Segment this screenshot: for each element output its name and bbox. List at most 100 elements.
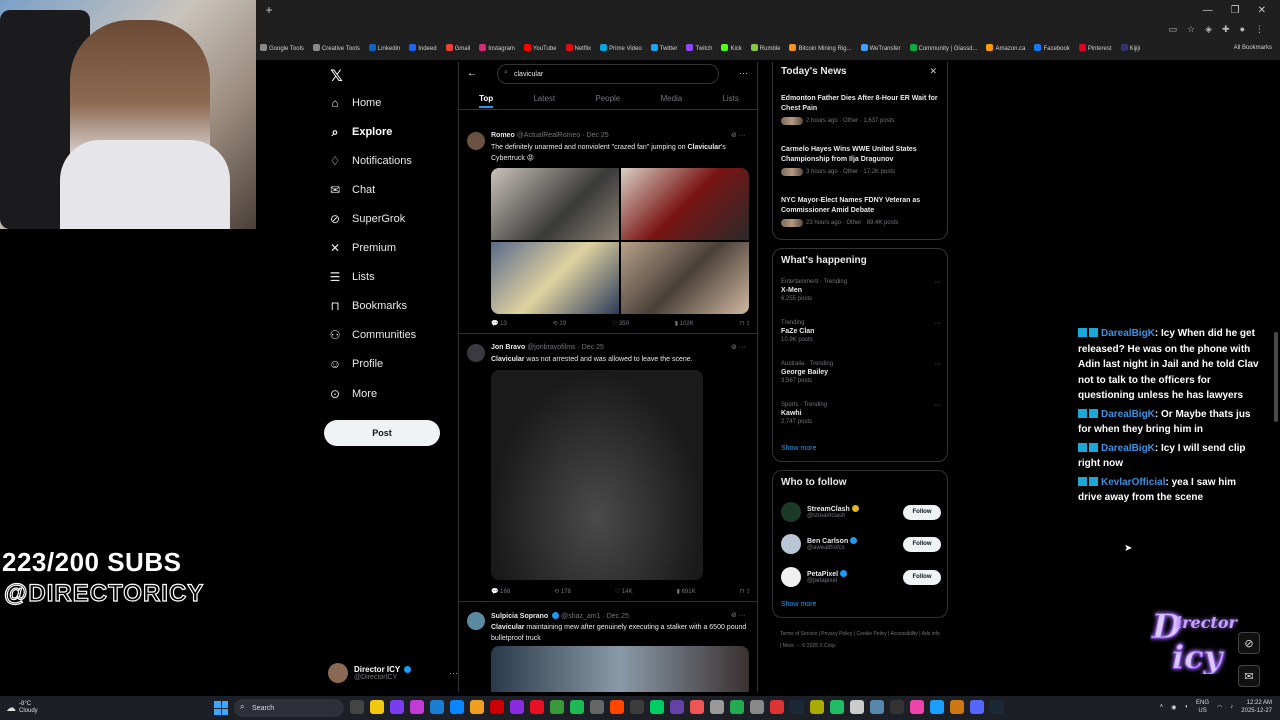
repost-button[interactable]: ⟲ 19 — [553, 320, 566, 327]
follow-button[interactable]: Follow — [903, 569, 941, 585]
bookmark-item[interactable]: Pinterest — [1078, 44, 1112, 52]
taskbar-app-icon[interactable] — [890, 700, 904, 714]
like-button[interactable]: ♡ 350 — [612, 320, 629, 327]
bookmark-item[interactable]: Twitch — [686, 44, 712, 52]
taskbar-app-icon[interactable] — [750, 700, 764, 714]
tweet[interactable]: Romeo @ActualRealRomeo · Dec 25 ⊘ ··· Th… — [459, 124, 757, 334]
nav-item-notifications[interactable]: ♢ Notifications — [328, 150, 412, 172]
chat-username[interactable]: DarealBigK — [1101, 443, 1155, 454]
tab-people[interactable]: People — [595, 94, 620, 108]
tab-top[interactable]: Top — [479, 94, 494, 108]
chat-username[interactable]: DarealBigK — [1101, 328, 1155, 339]
taskbar-app-icon[interactable] — [970, 700, 984, 714]
nav-item-lists[interactable]: ☰ Lists — [328, 266, 375, 288]
taskbar-app-icon[interactable] — [870, 700, 884, 714]
restore-icon[interactable]: ❐ — [1231, 5, 1240, 16]
taskbar-app-icon[interactable] — [550, 700, 564, 714]
taskbar-app-icon[interactable] — [930, 700, 944, 714]
close-icon[interactable]: ✕ — [929, 66, 937, 77]
avatar[interactable] — [781, 534, 801, 554]
follow-button[interactable]: Follow — [903, 536, 941, 552]
taskbar-app-icon[interactable] — [630, 700, 644, 714]
trend-item[interactable]: Australia · Trending George Bailey 3,567 p… — [781, 361, 941, 384]
chat-username[interactable]: KevlarOfficial — [1101, 477, 1165, 488]
like-button[interactable]: ♡ 14K — [615, 588, 633, 595]
bookmark-item[interactable]: Kick — [721, 44, 742, 52]
volume-icon[interactable]: ◖ — [1184, 704, 1188, 710]
clock[interactable]: 12:22 AM 2025-12-27 — [1241, 699, 1272, 715]
network-icon[interactable]: ◉ — [1171, 704, 1176, 711]
tweet-media[interactable] — [491, 646, 749, 692]
show-more-link[interactable]: Show more — [781, 601, 816, 608]
profile-icon[interactable]: ● — [1240, 24, 1245, 34]
avatar[interactable] — [467, 132, 485, 150]
taskbar-app-icon[interactable] — [910, 700, 924, 714]
repost-button[interactable]: ⟲ 178 — [554, 588, 571, 595]
more-icon[interactable]: ··· — [934, 402, 941, 409]
bookmark-item[interactable]: Rumble — [750, 44, 780, 52]
language-indicator[interactable]: ENG US — [1196, 699, 1209, 715]
taskbar-app-icon[interactable] — [770, 700, 784, 714]
trend-item[interactable]: Trending FaZe Clan 10.9K posts ··· — [781, 320, 941, 343]
all-bookmarks-button[interactable]: All Bookmarks — [1234, 45, 1280, 51]
weather-widget[interactable]: ☁ -8°C Cloudy — [0, 701, 60, 715]
nav-item-premium[interactable]: ✕ Premium — [328, 237, 396, 259]
photo[interactable] — [491, 168, 619, 240]
taskbar-app-icon[interactable] — [490, 700, 504, 714]
taskbar-app-icon[interactable] — [690, 700, 704, 714]
taskbar-app-icon[interactable] — [990, 700, 1004, 714]
taskbar-app-icon[interactable] — [730, 700, 744, 714]
account-switcher[interactable]: Director ICY @DirectorICY ··· — [328, 660, 458, 686]
taskbar-app-icon[interactable] — [670, 700, 684, 714]
bookmark-item[interactable]: YouTube — [523, 44, 557, 52]
grok-more-icon[interactable]: ⊘ ··· — [731, 131, 746, 139]
page-scrollbar[interactable] — [1273, 62, 1279, 692]
taskbar-app-icon[interactable] — [370, 700, 384, 714]
avatar[interactable] — [781, 567, 801, 587]
news-item[interactable]: Carmelo Hayes Wins WWE United States Cha… — [781, 145, 941, 176]
follow-suggestion[interactable]: StreamClash @streamclash Follow — [781, 499, 941, 525]
taskbar-app-icon[interactable] — [790, 700, 804, 714]
messages-icon[interactable]: ✉ — [1238, 665, 1260, 687]
more-icon[interactable]: ··· — [449, 668, 458, 678]
reply-button[interactable]: 💬 168 — [491, 588, 510, 595]
nav-item-home[interactable]: ⌂ Home — [328, 92, 381, 114]
more-icon[interactable]: ··· — [934, 361, 941, 368]
grok-icon[interactable]: ⊘ — [1238, 632, 1260, 654]
taskbar-app-icon[interactable] — [810, 700, 824, 714]
taskbar-app-icon[interactable] — [470, 700, 484, 714]
taskbar-app-icon[interactable] — [510, 700, 524, 714]
tab-media[interactable]: Media — [660, 94, 682, 108]
nav-item-communities[interactable]: ⚇ Communities — [328, 324, 417, 346]
more-icon[interactable]: ··· — [934, 320, 941, 327]
trend-item[interactable]: Entertainment · Trending X-Men 6,255 posts… — [781, 279, 941, 302]
back-arrow-icon[interactable]: ← — [467, 68, 477, 79]
extension-icon[interactable]: ◈ — [1205, 24, 1212, 35]
nav-item-more[interactable]: ⊙ More — [328, 383, 377, 405]
grok-more-icon[interactable]: ⊘ ··· — [731, 343, 746, 351]
taskbar-app-icon[interactable] — [610, 700, 624, 714]
chevron-up-icon[interactable]: ˄ — [1160, 704, 1164, 710]
taskbar-app-icon[interactable] — [410, 700, 424, 714]
tweet-media[interactable] — [491, 168, 749, 314]
taskbar-app-icon[interactable] — [850, 700, 864, 714]
tab-lists[interactable]: Lists — [722, 94, 738, 108]
follow-button[interactable]: Follow — [903, 504, 941, 520]
bookmark-item[interactable]: Bitcoin Mining Rig... — [789, 44, 852, 52]
news-item[interactable]: NYC Mayor-Elect Names FDNY Veteran as Co… — [781, 196, 941, 227]
more-icon[interactable]: ··· — [739, 68, 748, 78]
windows-start-icon[interactable] — [214, 701, 228, 715]
nav-item-bookmarks[interactable]: ⊓ Bookmarks — [328, 295, 407, 317]
taskbar-app-icon[interactable] — [710, 700, 724, 714]
bookmark-item[interactable]: Indeed — [409, 44, 437, 52]
taskbar-app-icon[interactable] — [350, 700, 364, 714]
nav-item-supergrok[interactable]: ⊘ SuperGrok — [328, 208, 405, 230]
taskbar-app-icon[interactable] — [650, 700, 664, 714]
nav-item-chat[interactable]: ✉ Chat — [328, 179, 375, 201]
bookmark-item[interactable]: Google Tools — [260, 44, 304, 52]
follow-suggestion[interactable]: PetaPixel @petapixel Follow — [781, 564, 941, 590]
taskbar-app-icon[interactable] — [570, 700, 584, 714]
bookmark-share-icon[interactable]: ⊓ ⇪ — [740, 588, 751, 595]
bookmark-item[interactable]: WeTransfer — [860, 44, 901, 52]
photo[interactable] — [621, 242, 749, 314]
